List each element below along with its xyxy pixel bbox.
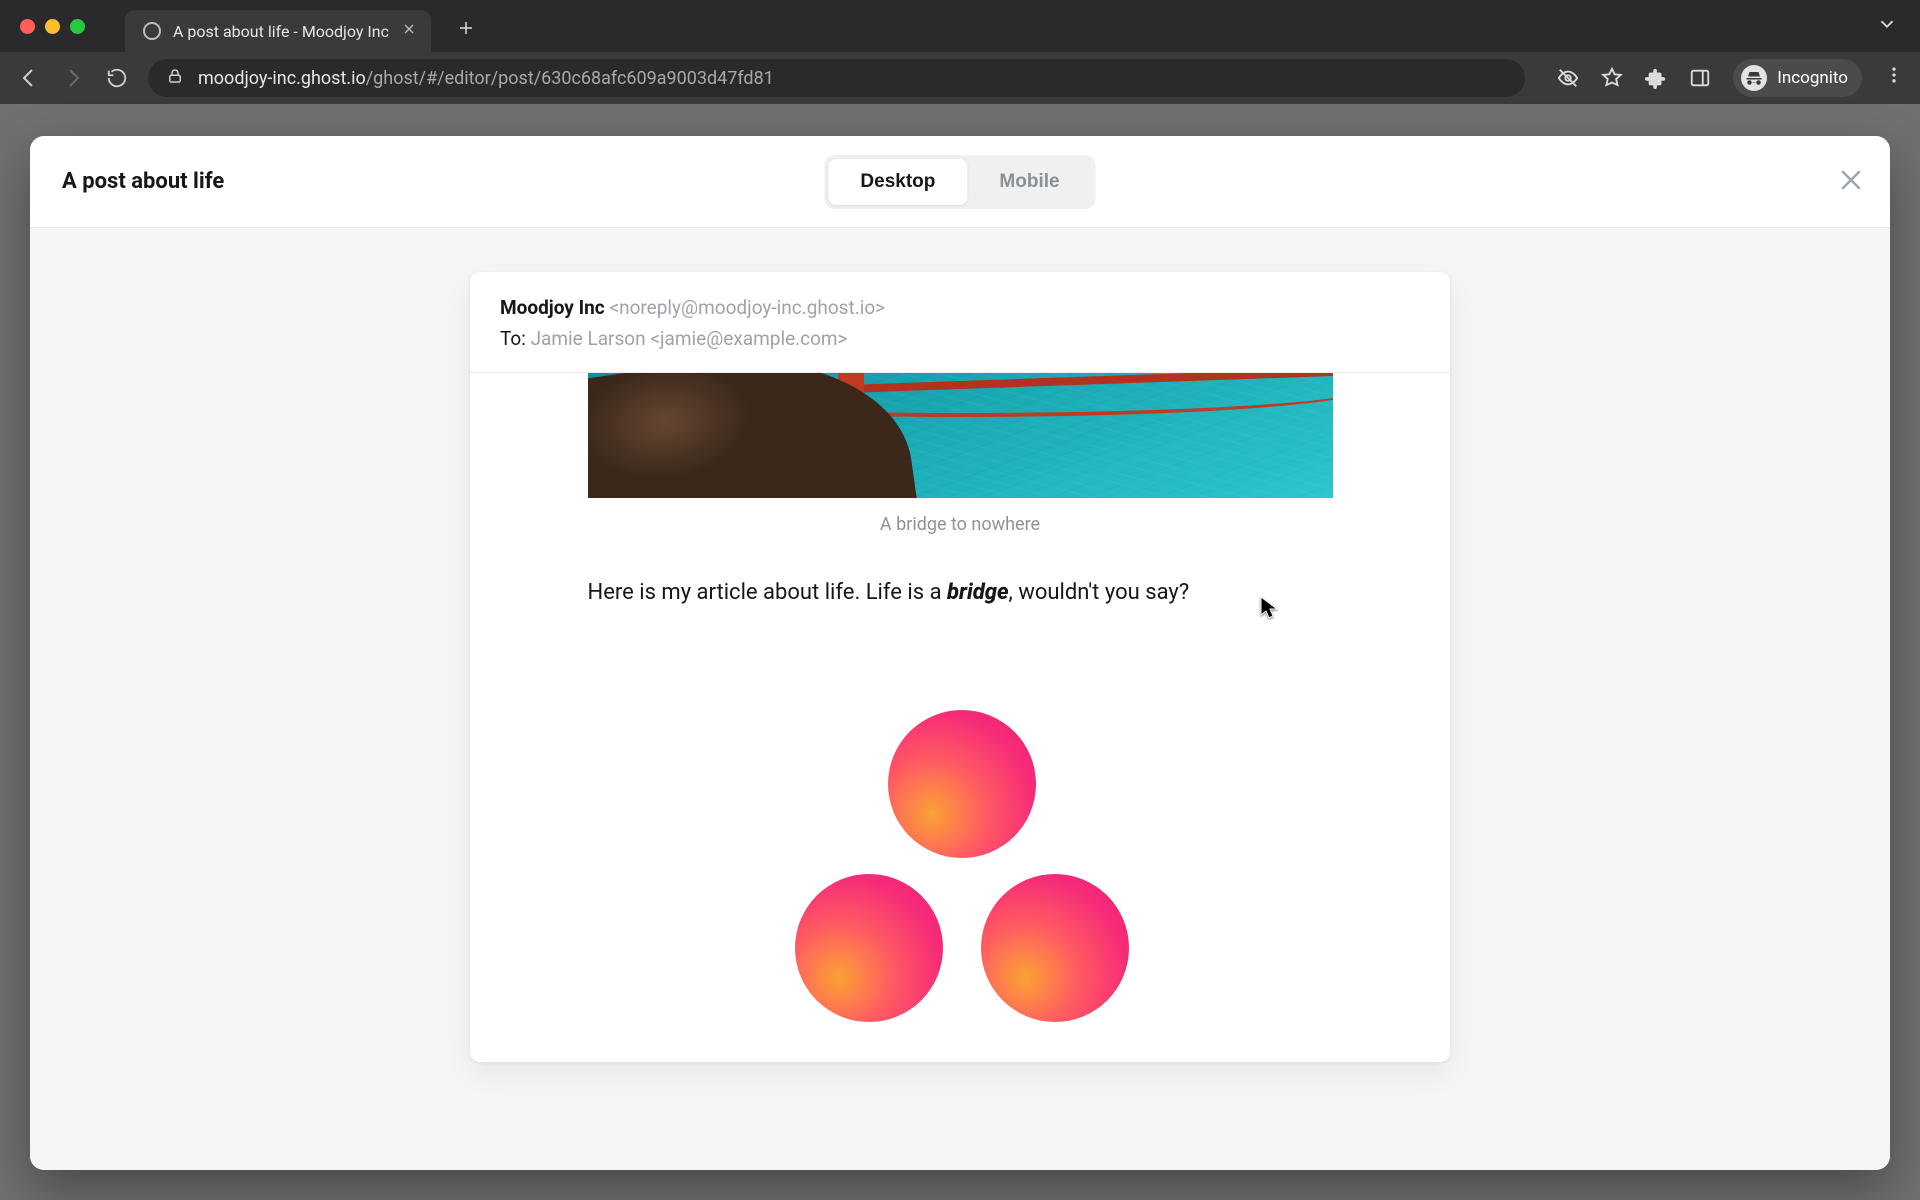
circle-icon: [795, 874, 943, 1022]
incognito-label: Incognito: [1777, 68, 1848, 88]
segment-mobile[interactable]: Mobile: [967, 159, 1091, 205]
incognito-indicator[interactable]: Incognito: [1733, 59, 1862, 97]
device-segmented-control: Desktop Mobile: [824, 155, 1095, 209]
email-preview-card: Moodjoy Inc <noreply@moodjoy-inc.ghost.i…: [470, 272, 1450, 1062]
email-to-value: Jamie Larson <jamie@example.com>: [531, 327, 848, 350]
window-close-button[interactable]: [20, 19, 35, 34]
article-em: bridge: [947, 580, 1009, 605]
tracking-off-icon[interactable]: [1557, 67, 1579, 89]
extensions-icon[interactable]: [1645, 67, 1667, 89]
tab-favicon-icon: [143, 22, 161, 40]
toolbar-right: Incognito: [1557, 59, 1904, 97]
graphic-circles: [590, 710, 1335, 1022]
circle-row: [795, 874, 1129, 1022]
email-from-name: Moodjoy Inc: [500, 296, 605, 319]
article-text-before: Here is my article about life. Life is a: [588, 580, 948, 605]
email-content: A bridge to nowhere Here is my article a…: [470, 373, 1450, 1062]
email-from-address: <noreply@moodjoy-inc.ghost.io>: [609, 296, 885, 319]
url-path: /ghost/#/editor/post/630c68afc609a9003d4…: [366, 68, 774, 89]
circle-icon: [888, 710, 1036, 858]
address-url: moodjoy-inc.ghost.io/ghost/#/editor/post…: [198, 68, 774, 89]
forward-button[interactable]: [60, 66, 86, 90]
email-to-label: To:: [500, 327, 526, 350]
url-host: moodjoy-inc.ghost.io: [198, 68, 366, 89]
new-tab-button[interactable]: [457, 18, 475, 43]
segment-desktop[interactable]: Desktop: [828, 159, 967, 205]
side-panel-icon[interactable]: [1689, 67, 1711, 89]
email-header: Moodjoy Inc <noreply@moodjoy-inc.ghost.i…: [470, 272, 1450, 373]
address-bar[interactable]: moodjoy-inc.ghost.io/ghost/#/editor/post…: [148, 59, 1525, 97]
circle-icon: [981, 874, 1129, 1022]
incognito-icon: [1741, 65, 1767, 91]
back-button[interactable]: [16, 66, 42, 90]
browser-toolbar: moodjoy-inc.ghost.io/ghost/#/editor/post…: [0, 52, 1920, 104]
tab-close-button[interactable]: [401, 21, 417, 42]
hero-caption: A bridge to nowhere: [470, 514, 1450, 535]
browser-chrome: A post about life - Moodjoy Inc mood: [0, 0, 1920, 104]
reload-button[interactable]: [104, 67, 130, 89]
hero-image: [588, 373, 1333, 498]
email-from-line: Moodjoy Inc <noreply@moodjoy-inc.ghost.i…: [500, 296, 1420, 319]
browser-tab[interactable]: A post about life - Moodjoy Inc: [125, 10, 431, 52]
email-to-line: To: Jamie Larson <jamie@example.com>: [500, 327, 1420, 350]
tab-title: A post about life - Moodjoy Inc: [173, 22, 389, 41]
lock-icon: [166, 67, 184, 90]
window-controls: [20, 19, 85, 34]
modal-header: A post about life Desktop Mobile: [30, 136, 1890, 228]
window-minimize-button[interactable]: [45, 19, 60, 34]
window-title-bar: A post about life - Moodjoy Inc: [0, 0, 1920, 52]
preview-modal: A post about life Desktop Mobile Moodjoy…: [30, 136, 1890, 1170]
window-maximize-button[interactable]: [70, 19, 85, 34]
close-button[interactable]: [1836, 165, 1866, 199]
tabs-menu-button[interactable]: [1876, 13, 1898, 39]
bookmark-star-icon[interactable]: [1601, 67, 1623, 89]
modal-body[interactable]: Moodjoy Inc <noreply@moodjoy-inc.ghost.i…: [30, 228, 1890, 1170]
hero-image-wrap: [588, 373, 1333, 498]
article-paragraph: Here is my article about life. Life is a…: [588, 575, 1333, 610]
article-text-after: , wouldn't you say?: [1009, 580, 1190, 605]
modal-title: A post about life: [62, 169, 224, 194]
browser-menu-button[interactable]: [1884, 65, 1904, 91]
